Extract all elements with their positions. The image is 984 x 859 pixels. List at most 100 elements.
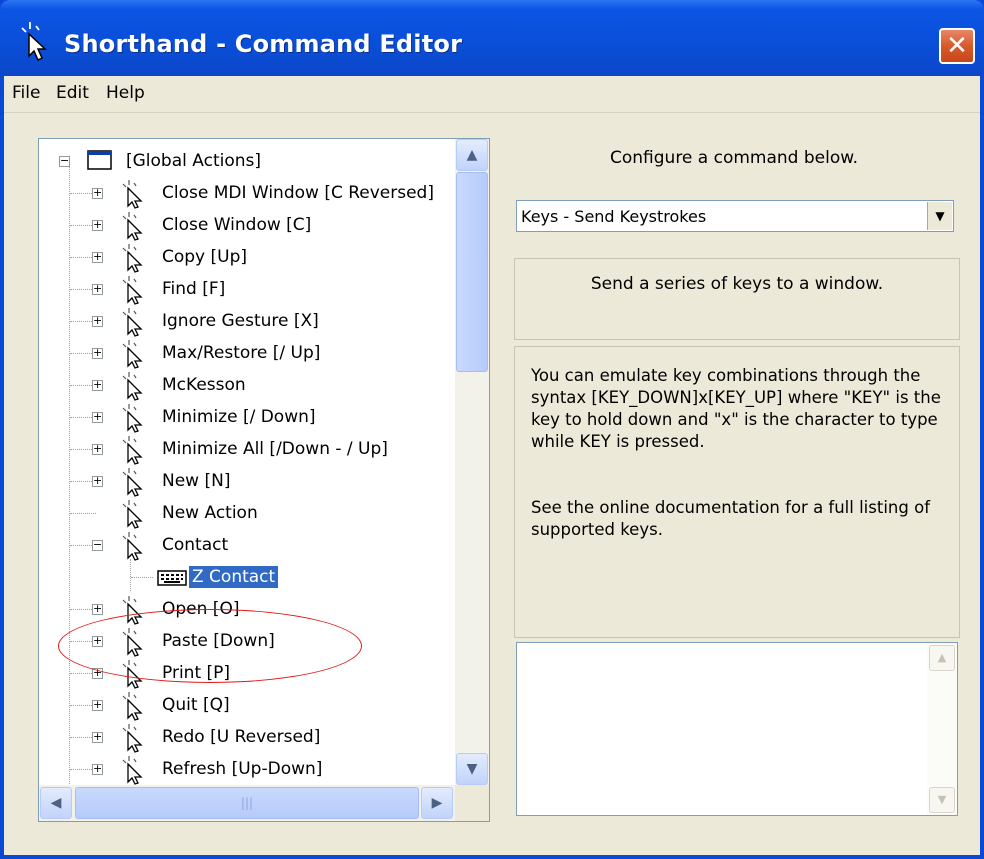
- tree-item[interactable]: − Contact: [39, 531, 455, 561]
- annotation-ellipse: [58, 609, 362, 683]
- expand-icon[interactable]: +: [92, 187, 103, 199]
- help-paragraph-syntax: You can emulate key combinations through…: [531, 366, 941, 451]
- window-title: Shorthand - Command Editor: [64, 30, 463, 58]
- close-button[interactable]: ✕: [939, 28, 975, 64]
- tree-item-selected[interactable]: Z Contact: [39, 563, 455, 593]
- gesture-cursor-icon: [119, 467, 153, 497]
- gesture-cursor-icon: [119, 435, 153, 465]
- tree-item[interactable]: + Minimize [/ Down]: [39, 403, 455, 433]
- tree-item-label: Contact: [162, 535, 229, 555]
- tree-viewport: − [Global Actions] + Close MDI Window [C …: [39, 139, 455, 785]
- collapse-icon[interactable]: −: [92, 539, 103, 551]
- gesture-cursor-icon: [119, 275, 153, 305]
- help-text-box: You can emulate key combinations through…: [514, 346, 960, 638]
- textarea-scrollbar[interactable]: ▲ ▼: [927, 643, 957, 815]
- title-bar[interactable]: Shorthand - Command Editor ✕: [0, 0, 984, 76]
- tree-item[interactable]: + Copy [Up]: [39, 243, 455, 273]
- tree-item-label: Max/Restore [/ Up]: [162, 343, 321, 363]
- keyboard-icon: [157, 570, 187, 591]
- tree-item[interactable]: + New [N]: [39, 467, 455, 497]
- gesture-cursor-icon: [119, 499, 153, 529]
- tree-item-label: New Action: [162, 503, 258, 523]
- menu-bar: File Edit Help: [4, 76, 980, 113]
- dropdown-arrow-icon[interactable]: ▼: [927, 202, 952, 230]
- expand-icon[interactable]: +: [92, 315, 103, 327]
- application-window: Shorthand - Command Editor ✕ File Edit H…: [0, 0, 984, 859]
- gesture-cursor-icon: [119, 307, 153, 337]
- tree-item-label: Redo [U Reversed]: [162, 727, 321, 747]
- tree-item[interactable]: + Ignore Gesture [X]: [39, 307, 455, 337]
- tree-item-label: Quit [Q]: [162, 695, 230, 715]
- tree-item-label: Minimize All [/Down - / Up]: [162, 439, 388, 459]
- keystrokes-textarea[interactable]: ▲ ▼: [516, 642, 958, 816]
- command-type-value: Keys - Send Keystrokes: [521, 207, 707, 226]
- vertical-scroll-thumb[interactable]: [456, 172, 488, 372]
- gesture-cursor-icon: [119, 243, 153, 273]
- expand-icon[interactable]: +: [92, 251, 103, 263]
- gesture-cursor-icon: [119, 211, 153, 241]
- tree-item-label: New [N]: [162, 471, 231, 491]
- tree-horizontal-scrollbar[interactable]: ◀ ||| ▶: [39, 785, 455, 821]
- expand-icon[interactable]: +: [92, 283, 103, 295]
- gesture-cursor-icon: [119, 371, 153, 401]
- menu-help[interactable]: Help: [106, 83, 145, 103]
- tree-item-label: Find [F]: [162, 279, 226, 299]
- tree-item[interactable]: + Find [F]: [39, 275, 455, 305]
- tree-root[interactable]: − [Global Actions]: [39, 147, 455, 177]
- command-description-box: Send a series of keys to a window.: [514, 258, 960, 340]
- tree-item[interactable]: + Redo [U Reversed]: [39, 723, 455, 753]
- expand-icon[interactable]: +: [92, 347, 103, 359]
- tree-item[interactable]: + Quit [Q]: [39, 691, 455, 721]
- gesture-cursor-icon: [119, 723, 153, 753]
- expand-icon[interactable]: +: [92, 699, 103, 711]
- tree-root-label: [Global Actions]: [126, 151, 261, 171]
- scroll-up-button[interactable]: ▲: [456, 139, 488, 171]
- tree-item-label: Minimize [/ Down]: [162, 407, 316, 427]
- command-type-dropdown[interactable]: Keys - Send Keystrokes ▼: [516, 200, 954, 232]
- tree-item[interactable]: + Close Window [C]: [39, 211, 455, 241]
- scroll-right-button[interactable]: ▶: [421, 787, 453, 819]
- tree-item[interactable]: + Refresh [Up-Down]: [39, 755, 455, 785]
- gesture-cursor-icon: [119, 691, 153, 721]
- tree-item-label: Ignore Gesture [X]: [162, 311, 319, 331]
- menu-file[interactable]: File: [12, 83, 40, 103]
- expand-icon[interactable]: +: [92, 603, 103, 615]
- expand-icon[interactable]: +: [92, 443, 103, 455]
- expand-icon[interactable]: +: [92, 475, 103, 487]
- collapse-icon[interactable]: −: [59, 155, 70, 167]
- textarea-scroll-up-button[interactable]: ▲: [929, 645, 955, 671]
- scrollbar-corner: [455, 785, 489, 821]
- tree-item[interactable]: + McKesson: [39, 371, 455, 401]
- tree-item-label: Close Window [C]: [162, 215, 312, 235]
- expand-icon[interactable]: +: [92, 379, 103, 391]
- tree-item-label: Refresh [Up-Down]: [162, 759, 323, 779]
- tree-item[interactable]: + Close MDI Window [C Reversed]: [39, 179, 455, 209]
- tree-connector: [70, 513, 96, 514]
- horizontal-scroll-thumb[interactable]: |||: [75, 787, 419, 819]
- tree-item[interactable]: + Max/Restore [/ Up]: [39, 339, 455, 369]
- window-client-area: File Edit Help − [Global Actions] + Clos…: [4, 76, 980, 855]
- textarea-scroll-down-button[interactable]: ▼: [929, 787, 955, 813]
- scroll-down-button[interactable]: ▼: [456, 753, 488, 785]
- tree-vertical-scrollbar[interactable]: ▲ ▼: [455, 139, 489, 785]
- expand-icon[interactable]: +: [92, 219, 103, 231]
- tree-item-label: Copy [Up]: [162, 247, 248, 267]
- tree-item-label: Z Contact: [189, 566, 279, 588]
- expand-icon[interactable]: +: [92, 763, 103, 775]
- window-icon: [87, 150, 112, 170]
- tree-item[interactable]: New Action: [39, 499, 455, 529]
- help-paragraph-documentation: See the online documentation for a full …: [531, 498, 930, 539]
- gesture-cursor-icon: [119, 755, 153, 785]
- expand-icon[interactable]: +: [92, 731, 103, 743]
- tree-connector: [131, 577, 153, 578]
- menu-edit[interactable]: Edit: [56, 83, 89, 103]
- tree-item-label: McKesson: [162, 375, 246, 395]
- command-description: Send a series of keys to a window.: [590, 274, 884, 294]
- scroll-left-button[interactable]: ◀: [40, 787, 72, 819]
- gesture-cursor-icon: [119, 339, 153, 369]
- configure-heading: Configure a command below.: [610, 148, 858, 168]
- gesture-cursor-icon: [119, 531, 153, 561]
- command-tree[interactable]: − [Global Actions] + Close MDI Window [C …: [38, 138, 490, 822]
- tree-item[interactable]: + Minimize All [/Down - / Up]: [39, 435, 455, 465]
- expand-icon[interactable]: +: [92, 411, 103, 423]
